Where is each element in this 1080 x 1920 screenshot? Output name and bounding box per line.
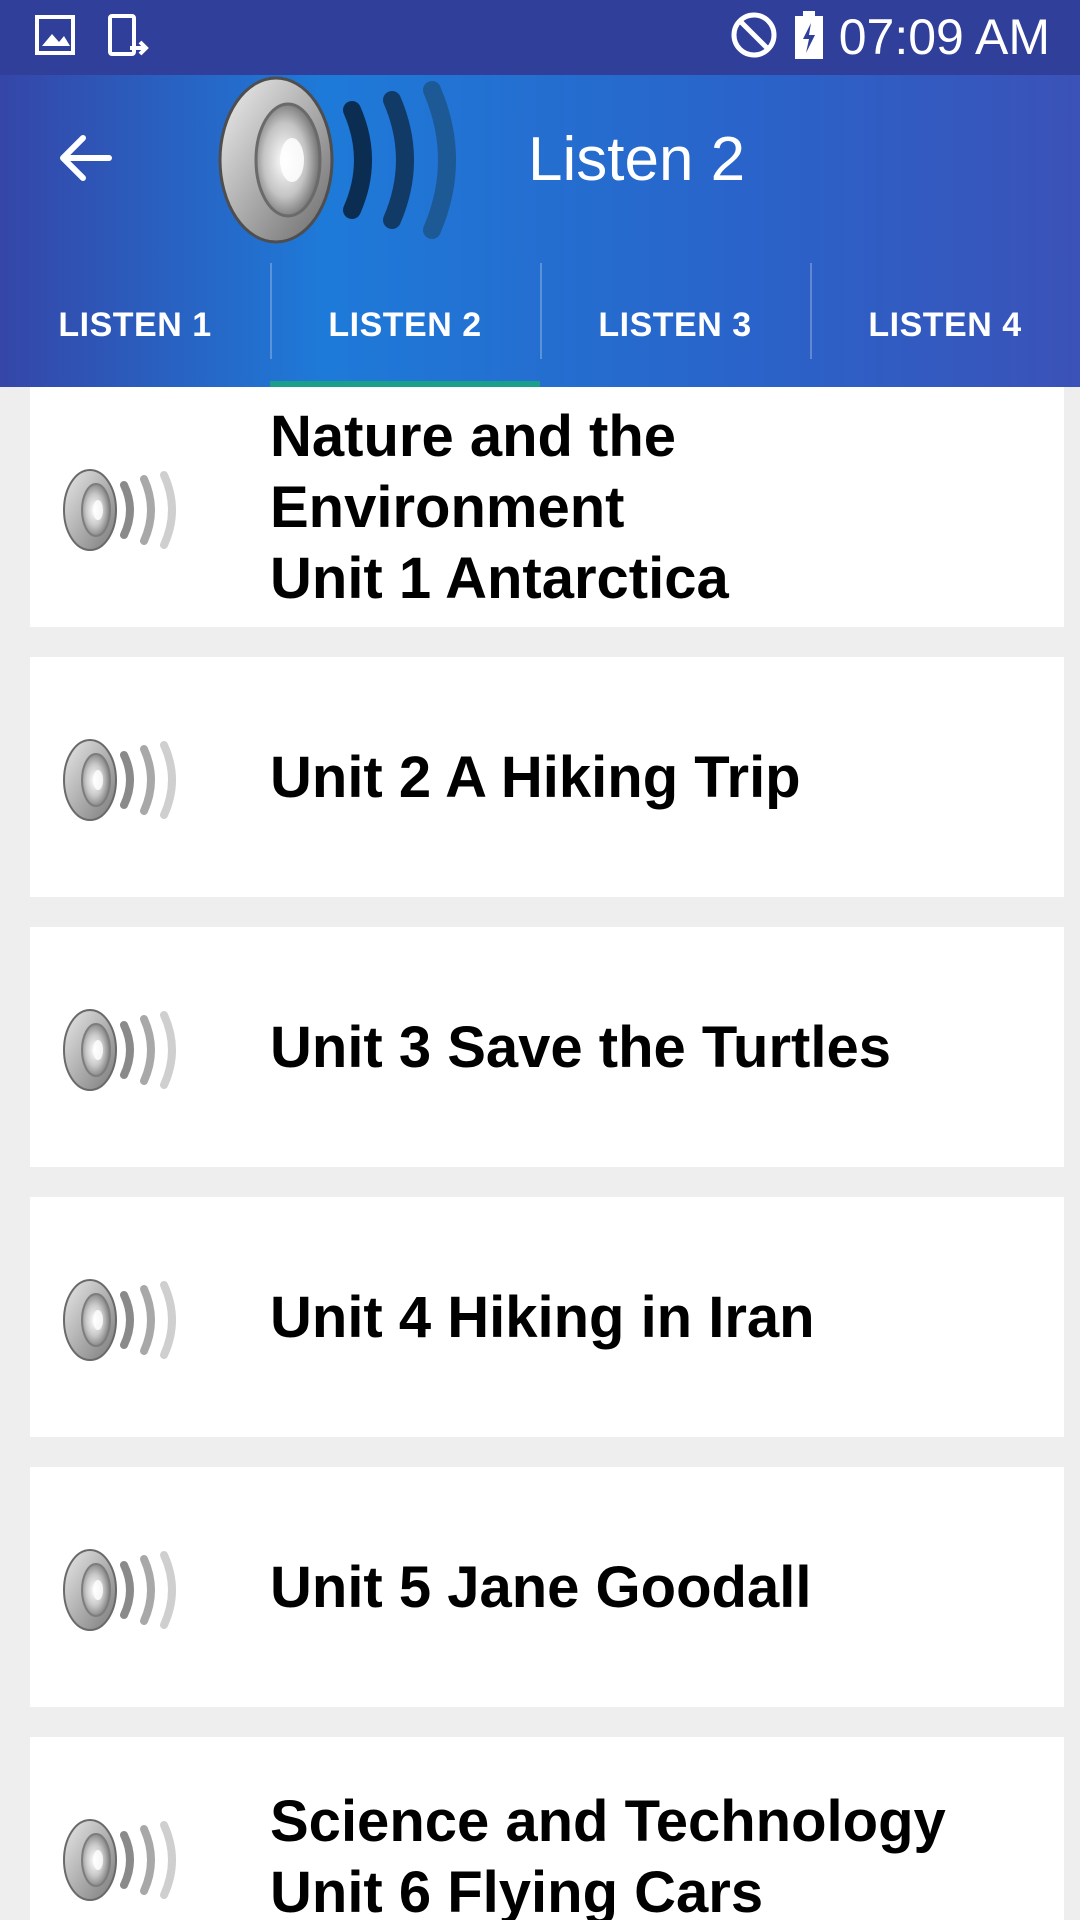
arrow-left-icon <box>57 134 113 187</box>
image-icon <box>34 14 76 67</box>
list-item[interactable]: Unit 5 Jane Goodall <box>30 1467 1064 1707</box>
status-time: 07:09 AM <box>838 9 1050 65</box>
list-item-line: Unit 6 Flying Cars <box>270 1860 764 1920</box>
speaker-icon <box>62 1817 188 1903</box>
list-item-label: Unit 3 Save the Turtles <box>270 927 1030 1167</box>
status-right: 07:09 AM <box>729 8 1050 66</box>
speaker-icon <box>62 1547 188 1633</box>
do-not-disturb-icon <box>729 10 779 65</box>
list-item-label: Unit 4 Hiking in Iran <box>270 1197 1030 1437</box>
list-item-label: Unit 5 Jane Goodall <box>270 1467 1030 1707</box>
back-button[interactable] <box>50 125 120 195</box>
list-item-line: Nature and the <box>270 403 677 469</box>
device-sync-icon <box>106 14 152 67</box>
scroll-edge <box>1064 387 1080 1920</box>
list-item-line: Unit 5 Jane Goodall <box>270 1554 812 1620</box>
speaker-icon <box>62 1007 188 1093</box>
list-item[interactable]: Science and Technology Unit 6 Flying Car… <box>30 1737 1064 1920</box>
list-item-line: Environment <box>270 474 625 540</box>
battery-charging-icon <box>793 9 825 66</box>
list-item-label: Nature and the Environment Unit 1 Antarc… <box>270 387 1030 627</box>
speaker-icon <box>62 737 188 823</box>
list-item[interactable]: Unit 2 A Hiking Trip <box>30 657 1064 897</box>
tab-listen-4[interactable]: LISTEN 4 <box>810 263 1080 387</box>
list-item[interactable]: Unit 3 Save the Turtles <box>30 927 1064 1167</box>
page-title: Listen 2 <box>528 125 746 194</box>
list-item-line: Unit 4 Hiking in Iran <box>270 1284 815 1350</box>
list-item-line: Unit 1 Antarctica <box>270 545 729 611</box>
status-bar: 07:09 AM <box>0 0 1080 75</box>
tab-bar: LISTEN 1 LISTEN 2 LISTEN 3 LISTEN 4 <box>0 263 1080 387</box>
list-item-line: Unit 2 A Hiking Trip <box>270 744 801 810</box>
list-item-line: Unit 3 Save the Turtles <box>270 1014 891 1080</box>
speaker-icon <box>62 467 188 553</box>
list-item-label: Science and Technology Unit 6 Flying Car… <box>270 1737 1030 1920</box>
speaker-icon <box>210 75 470 245</box>
list-item[interactable]: Nature and the Environment Unit 1 Antarc… <box>30 387 1064 627</box>
status-left-icons <box>34 14 152 67</box>
tab-listen-1[interactable]: LISTEN 1 <box>0 263 270 387</box>
app-bar: Listen 2 LISTEN 1 LISTEN 2 LISTEN 3 LIST… <box>0 75 1080 387</box>
tab-listen-3[interactable]: LISTEN 3 <box>540 263 810 387</box>
speaker-icon <box>62 1277 188 1363</box>
list-item-line: Science and Technology <box>270 1789 946 1854</box>
list-item-label: Unit 2 A Hiking Trip <box>270 657 1030 897</box>
list-item[interactable]: Unit 4 Hiking in Iran <box>30 1197 1064 1437</box>
tab-listen-2[interactable]: LISTEN 2 <box>270 263 540 387</box>
